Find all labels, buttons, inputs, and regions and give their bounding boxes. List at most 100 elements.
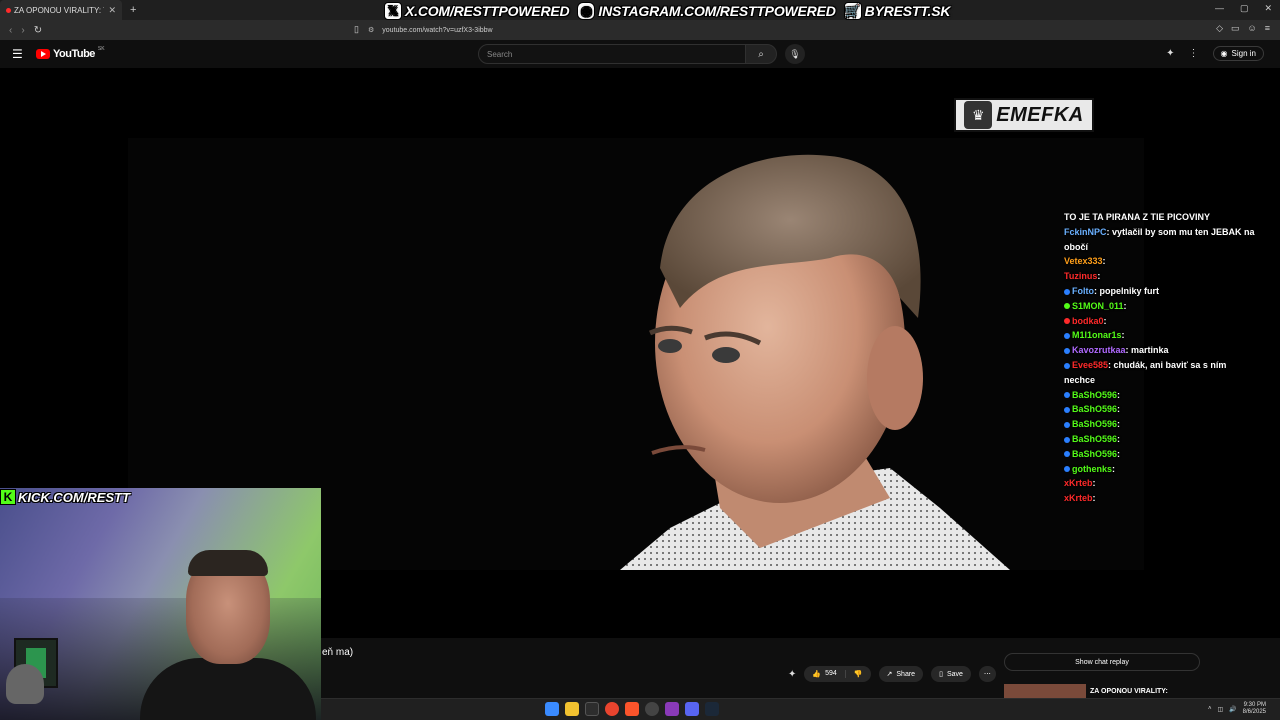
video-actions: ✦ 👍 594 👎 ↗ Share ▯ Save ⋯: [788, 666, 996, 682]
capcut-icon[interactable]: [585, 702, 599, 716]
chat-line: xKrteb:: [1064, 478, 1096, 489]
chat-line: FckinNPC: vytlačil by som mu ten JEBAK n…: [1064, 226, 1255, 237]
chat-line: obočí: [1064, 240, 1280, 255]
site-info-icon[interactable]: ⚙: [368, 26, 374, 34]
volume-icon[interactable]: 🔊: [1229, 706, 1236, 713]
like-button[interactable]: 👍 594: [804, 670, 846, 678]
account-icon: ◉: [1220, 49, 1228, 58]
chat-line: BaShO596:: [1064, 402, 1280, 417]
chat-line: BaShO596:: [1064, 447, 1280, 462]
chat-username: BaShO596: [1072, 419, 1118, 430]
system-tray: ˄ ◫ 🔊 9:30 PM 8/6/2025: [1208, 702, 1266, 716]
webcam-figurine: [6, 664, 44, 704]
chat-line: M1l1onar1s:: [1064, 328, 1280, 343]
kick-handle: K KICK.COM/RESTT: [0, 488, 130, 506]
menu-icon[interactable]: ≡: [1265, 23, 1270, 34]
steam-icon[interactable]: [705, 702, 719, 716]
chrome-icon[interactable]: [605, 702, 619, 716]
youtube-favicon-icon: [6, 7, 11, 13]
app-icon[interactable]: [665, 702, 679, 716]
chat-username: xKrteb: [1064, 478, 1093, 489]
taskbar-apps: [545, 702, 719, 716]
back-icon[interactable]: ‹: [9, 25, 12, 36]
dislike-button[interactable]: 👎: [846, 670, 871, 678]
browser-tab[interactable]: ZA OPONOU VIRALITY: TIBO ✕: [0, 0, 122, 20]
more-options-icon[interactable]: ⋮: [1189, 48, 1199, 59]
chat-username: BaShO596: [1072, 404, 1118, 415]
chat-username: BaShO596: [1072, 433, 1118, 444]
chat-badge-icon: [1064, 406, 1070, 413]
chat-message: obočí: [1064, 241, 1088, 252]
maximize-icon[interactable]: ▢: [1240, 3, 1249, 14]
channel-badge-icon[interactable]: ✦: [788, 669, 796, 680]
chat-message: martinka: [1131, 345, 1169, 356]
social-overlay: 𝕏 X.COM/RESTTPOWERED ◎ INSTAGRAM.COM/RES…: [384, 2, 950, 20]
chat-line: Tuzinus:: [1064, 271, 1101, 282]
youtube-header: ☰ YouTube SK Search ⌕ 🎙 ✦ ⋮ ◉ Sign in: [0, 40, 1280, 68]
discord-icon[interactable]: [685, 702, 699, 716]
chat-username: gothenks: [1072, 463, 1113, 474]
chat-badge-icon: [1064, 466, 1070, 473]
share-button[interactable]: ↗ Share: [878, 666, 924, 682]
streamer-body: [140, 658, 316, 720]
mic-icon: 🎙: [789, 48, 801, 59]
minimize-icon[interactable]: —: [1215, 3, 1224, 14]
chat-username: BaShO596: [1072, 448, 1118, 459]
new-tab-icon[interactable]: +: [130, 4, 136, 16]
chat-badge-icon: [1064, 362, 1070, 369]
more-actions-button[interactable]: ⋯: [978, 666, 996, 682]
tray-expand-icon[interactable]: ˄: [1208, 706, 1212, 712]
reload-icon[interactable]: ↻: [34, 25, 42, 36]
chat-username: TO JE TA PIRANA Z TIE PICOVINY: [1064, 212, 1211, 222]
create-icon[interactable]: ✦: [1166, 48, 1174, 59]
window-controls: — ▢ ✕: [1215, 3, 1272, 14]
search-button[interactable]: ⌕: [745, 44, 777, 64]
chat-line: xKrteb:: [1064, 493, 1096, 504]
clock[interactable]: 9:30 PM 8/6/2025: [1243, 702, 1266, 716]
voice-search-button[interactable]: 🎙: [785, 44, 805, 64]
url-field[interactable]: ⚙ youtube.com/watch?v=uzfX3-3ibbw: [368, 23, 908, 37]
bookmark-icon[interactable]: ▯: [354, 24, 359, 35]
show-chat-replay-button[interactable]: Show chat replay: [1004, 653, 1200, 671]
chat-username: FckinNPC: [1064, 226, 1107, 237]
obs-icon[interactable]: [645, 702, 659, 716]
chat-line: BaShO596:: [1064, 417, 1280, 432]
search-input[interactable]: Search: [478, 44, 746, 64]
video-title: eň ma): [322, 647, 354, 658]
instagram-handle: ◎ INSTAGRAM.COM/RESTTPOWERED: [577, 2, 836, 20]
chat-line: Vetex333:: [1064, 256, 1106, 267]
chat-username: BaShO596: [1072, 389, 1118, 400]
close-window-icon[interactable]: ✕: [1264, 3, 1272, 14]
sign-in-button[interactable]: ◉ Sign in: [1212, 46, 1264, 61]
hamburger-menu-icon[interactable]: ☰: [12, 47, 23, 61]
streamer-hair: [188, 550, 268, 576]
file-explorer-icon[interactable]: [565, 702, 579, 716]
chat-line: bodka0:: [1064, 314, 1280, 329]
tab-title: ZA OPONOU VIRALITY: TIBO: [14, 5, 104, 15]
chat-badge-icon: [1064, 451, 1070, 458]
profile-icon[interactable]: ☺: [1248, 23, 1257, 34]
sidebar-icon[interactable]: ▭: [1231, 23, 1240, 34]
chat-username: S1MON_011: [1072, 300, 1124, 311]
save-button[interactable]: ▯ Save: [931, 666, 971, 682]
close-tab-icon[interactable]: ✕: [108, 5, 116, 16]
chat-line: S1MON_011:: [1064, 299, 1280, 314]
recommended-video[interactable]: ZA OPONOU VIRALITY:: [1004, 684, 1184, 698]
chat-badge-icon: [1064, 347, 1070, 354]
thumbs-up-icon: 👍: [812, 671, 822, 678]
forward-icon[interactable]: ›: [21, 25, 24, 36]
emefka-logo: ♛ EMEFKA: [954, 98, 1094, 132]
header-actions: ✦ ⋮ ◉ Sign in: [1166, 46, 1264, 61]
youtube-logo[interactable]: YouTube SK: [36, 46, 105, 60]
extensions-icon[interactable]: ◇: [1216, 23, 1223, 34]
chat-username: Folto: [1072, 285, 1094, 296]
brave-icon[interactable]: [625, 702, 639, 716]
recommended-thumbnail: [1004, 684, 1086, 698]
crown-mascot-icon: ♛: [964, 101, 993, 129]
start-icon[interactable]: [545, 702, 559, 716]
chat-badge-icon: [1064, 303, 1070, 310]
chat-username: Kavozrutkaa: [1072, 345, 1126, 356]
network-icon[interactable]: ◫: [1217, 706, 1223, 713]
chat-username: xKrteb: [1064, 493, 1093, 504]
browser-toolbar: ◇ ▭ ☺ ≡: [1216, 23, 1270, 34]
